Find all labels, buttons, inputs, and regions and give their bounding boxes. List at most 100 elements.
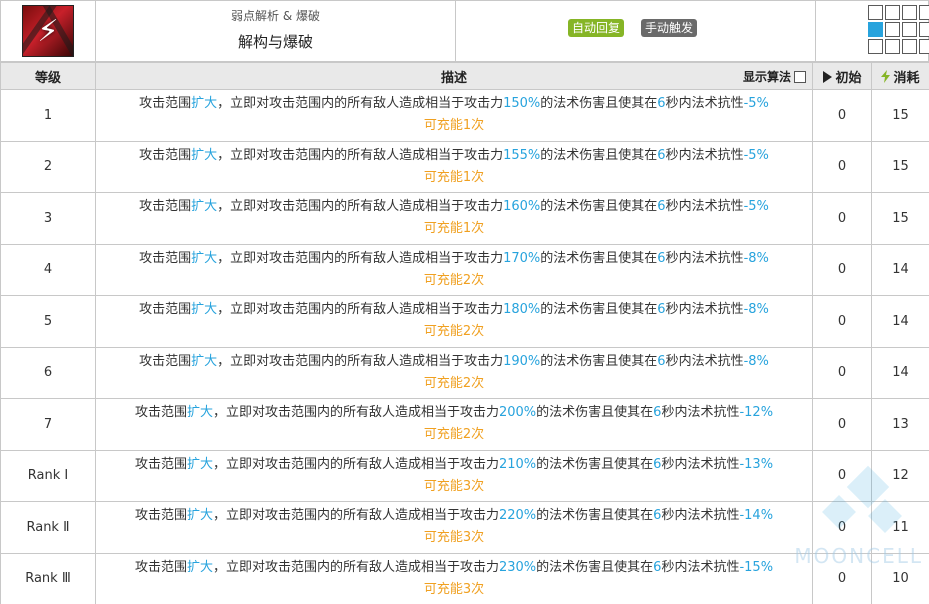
- desc-text: 的法术伤害且使其在: [536, 559, 654, 575]
- desc-text: 的法术伤害且使其在: [540, 199, 658, 215]
- sp-cost-cell: 12: [871, 449, 929, 502]
- initial-sp-cell: 0: [812, 552, 872, 604]
- level-cell: 3: [0, 192, 96, 245]
- desc-text: 的法术伤害且使其在: [540, 147, 658, 163]
- table-row: Rank Ⅰ 攻击范围扩大，立即对攻击范围内的所有敌人造成相当于攻击力210%的法…: [0, 449, 929, 502]
- damage-percent: 220%: [498, 508, 537, 524]
- sp-cost-cell: 15: [871, 140, 929, 193]
- desc-text: 的法术伤害且使其在: [536, 508, 654, 524]
- initial-sp-cell: 0: [812, 398, 872, 451]
- charges-text: 可充能2次: [423, 375, 485, 391]
- desc-text: 秒内法术抗性: [665, 353, 744, 369]
- charges-text: 可充能3次: [423, 478, 485, 494]
- initial-sp-cell: 0: [812, 89, 872, 142]
- skill-subtitle: 弱点解析 & 爆破: [231, 9, 320, 23]
- header-initial-label: 初始: [835, 70, 862, 86]
- sp-cost-cell: 15: [871, 192, 929, 245]
- table-row: 1 攻击范围扩大，立即对攻击范围内的所有敌人造成相当于攻击力150%的法术伤害且使…: [0, 89, 929, 142]
- sp-cost-cell: 15: [871, 89, 929, 142]
- desc-text: 秒内法术抗性: [661, 405, 740, 421]
- expand-keyword: 扩大: [186, 405, 213, 421]
- sp-cost-cell: 14: [871, 346, 929, 399]
- desc-text: 攻击范围: [134, 456, 187, 472]
- damage-percent: 230%: [498, 559, 537, 575]
- header-initial: 初始: [812, 62, 872, 90]
- description-cell: 攻击范围扩大，立即对攻击范围内的所有敌人造成相当于攻击力170%的法术伤害且使其…: [95, 243, 813, 296]
- expand-keyword: 扩大: [191, 302, 218, 318]
- range-cell-tile: [902, 5, 917, 20]
- desc-text: 的法术伤害且使其在: [540, 96, 658, 112]
- skill-title: 解构与爆破: [237, 33, 313, 51]
- level-cell: Rank Ⅱ: [0, 501, 96, 554]
- charges-text: 可充能1次: [423, 221, 485, 237]
- charges-text: 可充能1次: [423, 118, 485, 134]
- table-row: 7 攻击范围扩大，立即对攻击范围内的所有敌人造成相当于攻击力200%的法术伤害且使…: [0, 398, 929, 451]
- description-line: 攻击范围扩大，立即对攻击范围内的所有敌人造成相当于攻击力180%的法术伤害且使其…: [100, 299, 808, 321]
- description-line: 攻击范围扩大，立即对攻击范围内的所有敌人造成相当于攻击力190%的法术伤害且使其…: [100, 351, 808, 373]
- expand-keyword: 扩大: [186, 559, 213, 575]
- table-row: 3 攻击范围扩大，立即对攻击范围内的所有敌人造成相当于攻击力160%的法术伤害且使…: [0, 192, 929, 245]
- skill-header: ⚡ 弱点解析 & 爆破 解构与爆破 自动回复 手动触发: [0, 0, 929, 62]
- desc-text: 攻击范围: [139, 199, 192, 215]
- desc-text: ，立即对攻击范围内的所有敌人造成相当于攻击力: [217, 199, 504, 215]
- show-algorithm-toggle[interactable]: 显示算法: [743, 68, 806, 85]
- initial-sp-cell: 0: [812, 192, 872, 245]
- header-level: 等级: [0, 62, 96, 90]
- sp-cost-cell: 10: [871, 552, 929, 604]
- show-algorithm-checkbox[interactable]: [794, 70, 806, 83]
- description-cell: 攻击范围扩大，立即对攻击范围内的所有敌人造成相当于攻击力200%的法术伤害且使其…: [95, 398, 813, 451]
- initial-sp-cell: 0: [812, 243, 872, 296]
- level-cell: 4: [0, 243, 96, 296]
- trigger-tag: 手动触发: [641, 19, 698, 37]
- duration-seconds: 6: [657, 302, 666, 318]
- description-cell: 攻击范围扩大，立即对攻击范围内的所有敌人造成相当于攻击力150%的法术伤害且使其…: [95, 89, 813, 142]
- duration-seconds: 6: [657, 96, 666, 112]
- level-cell: Rank Ⅲ: [0, 552, 96, 604]
- expand-keyword: 扩大: [186, 456, 213, 472]
- desc-text: ，立即对攻击范围内的所有敌人造成相当于攻击力: [217, 353, 504, 369]
- level-cell: 5: [0, 295, 96, 348]
- burning-skill-icon: ⚡: [22, 5, 74, 57]
- desc-text: ，立即对攻击范围内的所有敌人造成相当于攻击力: [217, 147, 504, 163]
- table-row: 6 攻击范围扩大，立即对攻击范围内的所有敌人造成相当于攻击力190%的法术伤害且使…: [0, 346, 929, 399]
- range-cell-operator: [868, 22, 883, 37]
- desc-text: ，立即对攻击范围内的所有敌人造成相当于攻击力: [217, 302, 504, 318]
- description-cell: 攻击范围扩大，立即对攻击范围内的所有敌人造成相当于攻击力155%的法术伤害且使其…: [95, 140, 813, 193]
- desc-text: 秒内法术抗性: [661, 508, 740, 524]
- desc-text: 攻击范围: [139, 96, 192, 112]
- desc-text: 攻击范围: [139, 302, 192, 318]
- desc-text: 攻击范围: [139, 250, 192, 266]
- duration-seconds: 6: [657, 147, 666, 163]
- skill-level-table: 等级 描述 显示算法 初始 消耗 1 攻击范围扩大，立即对攻击范围内的所有敌人造成…: [0, 62, 929, 604]
- charges-text: 可充能3次: [423, 530, 485, 546]
- resistance-reduction: -13%: [739, 456, 774, 472]
- level-cell: Rank Ⅰ: [0, 449, 96, 502]
- header-description-label: 描述: [440, 70, 467, 86]
- description-cell: 攻击范围扩大，立即对攻击范围内的所有敌人造成相当于攻击力210%的法术伤害且使其…: [95, 449, 813, 502]
- range-cell-tile: [868, 39, 883, 54]
- damage-percent: 210%: [498, 456, 537, 472]
- description-line: 攻击范围扩大，立即对攻击范围内的所有敌人造成相当于攻击力220%的法术伤害且使其…: [100, 505, 808, 527]
- header-cost: 消耗: [871, 62, 929, 90]
- header-description: 描述 显示算法: [95, 62, 813, 90]
- sp-cost-cell: 11: [871, 501, 929, 554]
- description-cell: 攻击范围扩大，立即对攻击范围内的所有敌人造成相当于攻击力230%的法术伤害且使其…: [95, 552, 813, 604]
- range-cell-tile: [885, 22, 900, 37]
- sp-cost-cell: 14: [871, 295, 929, 348]
- table-header-row: 等级 描述 显示算法 初始 消耗: [0, 62, 929, 90]
- sp-recovery-tag: 自动回复: [568, 19, 625, 37]
- desc-text: 的法术伤害且使其在: [540, 353, 658, 369]
- range-cell-tile: [885, 39, 900, 54]
- resistance-reduction: -5%: [743, 199, 769, 215]
- desc-text: 的法术伤害且使其在: [536, 405, 654, 421]
- expand-keyword: 扩大: [191, 199, 218, 215]
- resistance-reduction: -12%: [739, 405, 774, 421]
- range-cell-tile: [919, 39, 929, 54]
- duration-seconds: 6: [657, 250, 666, 266]
- range-cell-tile: [919, 22, 929, 37]
- desc-text: 秒内法术抗性: [661, 456, 740, 472]
- description-line: 攻击范围扩大，立即对攻击范围内的所有敌人造成相当于攻击力150%的法术伤害且使其…: [100, 93, 808, 115]
- expand-keyword: 扩大: [191, 147, 218, 163]
- table-row: 4 攻击范围扩大，立即对攻击范围内的所有敌人造成相当于攻击力170%的法术伤害且使…: [0, 243, 929, 296]
- table-row: Rank Ⅲ 攻击范围扩大，立即对攻击范围内的所有敌人造成相当于攻击力230%的法…: [0, 552, 929, 604]
